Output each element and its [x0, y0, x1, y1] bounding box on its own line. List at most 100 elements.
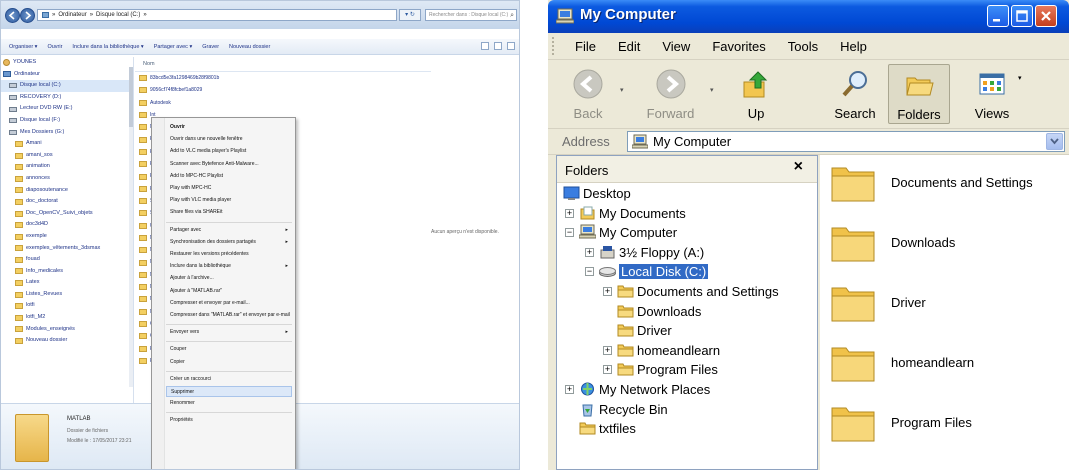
folders-button[interactable]: Folders: [888, 64, 950, 124]
address-dropdown-button[interactable]: [1046, 133, 1063, 150]
scroll-thumb[interactable]: [129, 67, 133, 127]
nav-item[interactable]: Modules_enseignés: [1, 324, 133, 336]
collapse-icon[interactable]: −: [585, 267, 594, 277]
nav-item[interactable]: exemple: [1, 231, 133, 243]
nav-item[interactable]: amani_sos: [1, 150, 133, 162]
folder-icon[interactable]: [830, 403, 876, 443]
tree-item[interactable]: Recycle Bin: [557, 400, 815, 419]
folder-name[interactable]: Documents and Settings: [891, 175, 1033, 190]
tree-item[interactable]: + My Documents: [557, 204, 815, 223]
context-menu-item[interactable]: Couper: [166, 344, 292, 355]
context-menu-item[interactable]: Ajouter à l'archive...: [166, 273, 292, 284]
nav-item[interactable]: animation: [1, 161, 133, 173]
nav-item[interactable]: Doc_OpenCV_Suivi_objets: [1, 208, 133, 220]
expand-icon[interactable]: +: [603, 345, 612, 355]
organize-button[interactable]: Organiser ▾: [9, 44, 37, 50]
expand-icon[interactable]: +: [585, 247, 594, 257]
forward-dropdown-arrow[interactable]: ▾: [710, 86, 714, 94]
up-button[interactable]: Up: [733, 64, 779, 124]
menu-help[interactable]: Help: [829, 39, 878, 54]
context-menu-item[interactable]: Add to VLC media player's Playlist: [166, 146, 292, 157]
tree-item[interactable]: +3½ Floppy (A:): [557, 243, 815, 262]
context-menu-item[interactable]: Ajouter à "MATLAB.rar": [166, 286, 292, 297]
tree-item[interactable]: Downloads: [557, 302, 815, 321]
win7-nav-scrollbar[interactable]: [129, 67, 133, 387]
nav-item[interactable]: Listes_Revues: [1, 289, 133, 301]
nav-item[interactable]: Nouveau dossier: [1, 335, 133, 347]
tree-item[interactable]: + Documents and Settings: [557, 282, 815, 301]
nav-item[interactable]: Info_medicales: [1, 266, 133, 278]
context-menu-item[interactable]: Compresser dans "MATLAB.rar" et envoyer …: [166, 310, 292, 321]
folder-name[interactable]: Driver: [891, 295, 926, 310]
folder-name[interactable]: Program Files: [891, 415, 972, 430]
context-menu-item[interactable]: Renommer: [166, 398, 292, 409]
folders-pane-close-button[interactable]: ×: [794, 158, 803, 176]
context-menu-item[interactable]: Add to MPC-HC Playlist: [166, 171, 292, 182]
nav-item[interactable]: diaposoutenance: [1, 185, 133, 197]
menu-favorites[interactable]: Favorites: [701, 39, 776, 54]
menu-file[interactable]: File: [564, 39, 607, 54]
include-library-button[interactable]: Inclure dans la bibliothèque ▾: [72, 44, 143, 50]
help-icon[interactable]: [507, 42, 515, 50]
minimize-button[interactable]: [987, 5, 1009, 27]
breadcrumb-computer[interactable]: Ordinateur: [58, 12, 86, 18]
context-menu-item[interactable]: Ouvrir dans une nouvelle fenêtre: [166, 134, 292, 145]
context-menu-item[interactable]: Compresser et envoyer par e-mail...: [166, 298, 292, 309]
nav-item[interactable]: annonces: [1, 173, 133, 185]
context-menu-item[interactable]: Share files via SHAREit: [166, 207, 292, 218]
tree-item[interactable]: Driver: [557, 321, 815, 340]
nav-item[interactable]: lotfi: [1, 300, 133, 312]
context-menu-item[interactable]: Scanner avec Bytefence Anti-Malware...: [166, 159, 292, 170]
expand-icon[interactable]: +: [603, 365, 612, 375]
close-button[interactable]: [1035, 5, 1057, 27]
file-row[interactable]: 9056cf74f8fcbef1a8029: [135, 84, 431, 96]
tree-item[interactable]: Desktop: [557, 184, 815, 203]
search-icon[interactable]: ⌕: [510, 11, 514, 21]
folder-icon[interactable]: [830, 223, 876, 263]
tree-item[interactable]: + Program Files: [557, 360, 815, 379]
burn-button[interactable]: Graver: [202, 44, 219, 50]
context-menu-item[interactable]: Ouvrir: [166, 122, 292, 133]
expand-icon[interactable]: +: [603, 287, 612, 296]
tree-item[interactable]: − My Computer: [557, 223, 815, 242]
tree-item[interactable]: − Local Disk (C:): [557, 262, 815, 281]
views-dropdown-arrow[interactable]: ▾: [1018, 74, 1022, 82]
win7-refresh-button[interactable]: ▾ ↻: [399, 9, 421, 21]
win7-address-bar[interactable]: » Ordinateur » Disque local (C:) »: [37, 9, 397, 21]
search-button[interactable]: Search: [827, 64, 883, 124]
nav-item[interactable]: Mes Dossiers (G:): [1, 127, 133, 139]
nav-item[interactable]: Latex: [1, 277, 133, 289]
preview-pane-icon[interactable]: [494, 42, 502, 50]
address-field[interactable]: My Computer: [627, 131, 1065, 152]
share-with-button[interactable]: Partager avec ▾: [154, 44, 193, 50]
nav-item[interactable]: Disque local (C:): [1, 80, 133, 92]
win7-search-input[interactable]: Rechercher dans : Disque local (C:) ⌕: [425, 9, 517, 21]
context-menu-item[interactable]: Copier: [166, 357, 292, 368]
views-button[interactable]: Views: [960, 64, 1024, 124]
nav-item[interactable]: Lecteur DVD RW (E:): [1, 103, 133, 115]
column-header-name[interactable]: Nom: [135, 57, 431, 72]
win7-forward-button[interactable]: [20, 8, 35, 23]
tree-item[interactable]: txtfiles: [557, 419, 815, 438]
nav-item[interactable]: Amani: [1, 138, 133, 150]
maximize-button[interactable]: [1011, 5, 1033, 27]
file-row[interactable]: Autodesk: [135, 97, 431, 109]
open-button[interactable]: Ouvrir: [47, 44, 62, 50]
forward-button[interactable]: Forward: [633, 64, 708, 124]
win7-back-button[interactable]: [5, 8, 20, 23]
nav-item[interactable]: Ordinateur: [1, 69, 133, 81]
new-folder-button[interactable]: Nouveau dossier: [229, 44, 270, 50]
tree-item[interactable]: + My Network Places: [557, 380, 815, 399]
nav-item[interactable]: exemples_vêtements_3dsmax: [1, 243, 133, 255]
folder-icon[interactable]: [830, 283, 876, 323]
file-row[interactable]: 83bcd5e3fa1298469b28f9801b: [135, 72, 431, 84]
context-menu-item[interactable]: Supprimer: [166, 386, 292, 397]
nav-item[interactable]: lotfi_M2: [1, 312, 133, 324]
nav-item[interactable]: YOUNES: [1, 57, 133, 69]
collapse-icon[interactable]: −: [565, 228, 574, 238]
nav-item[interactable]: Disque local (F:): [1, 115, 133, 127]
context-menu-item[interactable]: Envoyer vers ▸: [166, 327, 292, 338]
nav-item[interactable]: RECOVERY (D:): [1, 92, 133, 104]
menu-tools[interactable]: Tools: [777, 39, 829, 54]
breadcrumb-drive[interactable]: Disque local (C:): [96, 12, 140, 18]
